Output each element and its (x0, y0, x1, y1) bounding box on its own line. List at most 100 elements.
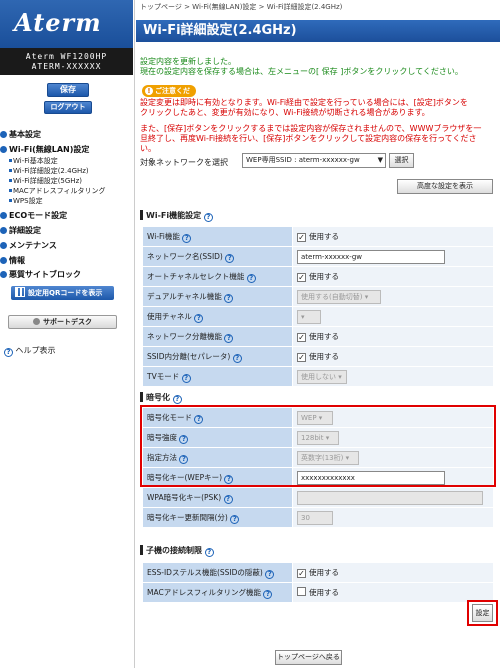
advanced-settings-button[interactable]: 高度な設定を表示 (397, 179, 493, 194)
select-button[interactable]: 選択 (389, 153, 414, 168)
checkbox[interactable]: ✓ (297, 273, 306, 282)
table-row: MACアドレスフィルタリング機能 ? 使用する (142, 582, 494, 603)
brand-logo: Aterm (0, 0, 133, 48)
tv-mode-select[interactable]: 使用しない ▾ (297, 369, 347, 384)
checkbox[interactable] (297, 587, 306, 596)
table-row: オートチャネルセレクト機能 ? ✓ 使用する (142, 266, 494, 287)
warning-icon: ! (145, 87, 153, 95)
menu-wifi-detail-24[interactable]: Wi-Fi詳細設定(2.4GHz) (9, 166, 89, 176)
device-id: ATERM-XXXXXX (31, 62, 102, 71)
table-row: TVモード ? 使用しない ▾ (142, 366, 494, 387)
menu-wps[interactable]: WPS設定 (9, 196, 43, 206)
menu-info[interactable]: 情報 (0, 255, 25, 266)
help-icon[interactable]: ? (265, 569, 275, 579)
sidebar: Aterm Aterm WF1200HP ATERM-XXXXXX 保存 ログア… (0, 0, 133, 668)
bullet-icon (9, 199, 12, 202)
bullet-icon (9, 179, 12, 182)
help-icon[interactable]: ? (230, 514, 240, 524)
section-client-restriction: 子機の接続制限 ? (140, 545, 214, 557)
dual-channel-select[interactable]: 使用する(自動切替) ▾ (297, 289, 381, 304)
wifi-settings-table: Wi-Fi機能 ? ✓ 使用する ネットワーク名(SSID) ? aterm-xxxx… (142, 226, 494, 387)
table-row: Wi-Fi機能 ? ✓ 使用する (142, 226, 494, 247)
save-button[interactable]: 保存 (47, 83, 89, 97)
table-row: ESS-IDステルス機能(SSIDの隠蔽) ? ✓ 使用する (142, 562, 494, 583)
table-row: WPA暗号化キー(PSK) ? (142, 487, 494, 508)
help-icon[interactable]: ? (223, 494, 233, 504)
rekey-interval-input[interactable]: 30 (297, 510, 333, 525)
menu-wifi-basic[interactable]: Wi-Fi基本設定 (9, 156, 58, 166)
back-to-top-button[interactable]: トップページへ戻る (275, 650, 342, 665)
bullet-icon (0, 257, 7, 264)
menu-detail[interactable]: 詳細設定 (0, 225, 41, 236)
menu-mac-filter[interactable]: MACアドレスフィルタリング (9, 186, 105, 196)
caution-badge: ! ご注意ください (142, 85, 196, 107)
help-link[interactable]: ? ヘルプ表示 (4, 345, 56, 357)
menu-malicious-block[interactable]: 悪質サイトブロック (0, 269, 81, 280)
channel-select[interactable]: ▾ (297, 309, 321, 324)
psk-input[interactable] (297, 490, 483, 505)
network-select[interactable]: WEP専用SSID : aterm-xxxxxx-gw ▼ (242, 153, 386, 168)
update-message: 設定内容を更新しました。 (140, 57, 236, 66)
warning-line: また、[保存]ボタンをクリックするまでは設定内容が保存されませんので、WWWブラ… (140, 124, 482, 133)
help-icon[interactable]: ? (246, 273, 256, 283)
bullet-icon (0, 212, 7, 219)
table-row: ネットワーク分離機能 ? ✓ 使用する (142, 326, 494, 347)
help-icon[interactable]: ? (224, 293, 234, 303)
support-desk-button[interactable]: サポートデスク (8, 315, 117, 329)
warning-line: 旦終了し、再度Wi-Fi接続を行い、[保存]ボタンをクリックして設定内容の保存を… (140, 134, 477, 143)
help-icon[interactable]: ? (194, 313, 204, 323)
table-row: 使用チャネル ? ▾ (142, 306, 494, 327)
menu-wifi-detail-5[interactable]: Wi-Fi詳細設定(5GHz) (9, 176, 82, 186)
qr-code-button[interactable]: 設定用QRコードを表示 (11, 286, 114, 300)
bullet-icon (0, 242, 7, 249)
chevron-down-icon: ▼ (377, 156, 383, 164)
help-icon[interactable]: ? (225, 253, 235, 263)
help-icon: ? (4, 348, 13, 357)
checkbox[interactable]: ✓ (297, 353, 306, 362)
client-restriction-table: ESS-IDステルス機能(SSIDの隠蔽) ? ✓ 使用する MACアドレスフィルタ… (142, 562, 494, 603)
highlight-box (140, 405, 496, 487)
network-select-label: 対象ネットワークを選択 (140, 158, 228, 167)
warning-line: い。 (140, 144, 156, 153)
ssid-input[interactable]: aterm-xxxxxx-gw (297, 249, 445, 264)
highlight-box (467, 600, 498, 626)
model-name: Aterm WF1200HP (25, 52, 108, 61)
table-row: SSID内分離(セパレータ) ? ✓ 使用する (142, 346, 494, 367)
qr-icon (15, 287, 25, 297)
breadcrumb: トップページ > Wi-Fi(無線LAN)設定 > Wi-Fi詳細設定(2.4G… (140, 3, 343, 11)
table-row: 暗号化キー更新間隔(分) ? 30 (142, 507, 494, 528)
bullet-icon (9, 169, 12, 172)
checkbox[interactable]: ✓ (297, 569, 306, 578)
help-icon[interactable]: ? (203, 213, 213, 222)
logout-button[interactable]: ログアウト (44, 101, 92, 114)
help-icon[interactable]: ? (232, 353, 242, 363)
help-icon[interactable]: ? (181, 373, 191, 383)
bullet-icon (9, 189, 12, 192)
warning-line: 設定変更は即時に有効となります。Wi-Fi経由で設定を行っている場合には、[設定… (140, 98, 468, 107)
warning-line: クリックしたあと、変更が有効になり、Wi-Fi接続が切断される場合があります。 (140, 108, 430, 117)
menu-maintenance[interactable]: メンテナンス (0, 240, 57, 251)
section-wifi-function: Wi-Fi機能設定 ? (140, 210, 213, 222)
bullet-icon (0, 227, 7, 234)
logo-text: Aterm (14, 8, 102, 37)
bullet-icon (0, 131, 7, 138)
arrow-icon (33, 318, 40, 325)
bullet-icon (9, 159, 12, 162)
main-content: トップページ > Wi-Fi(無線LAN)設定 > Wi-Fi詳細設定(2.4G… (136, 0, 500, 668)
model-info: Aterm WF1200HP ATERM-XXXXXX (0, 48, 133, 75)
help-icon[interactable]: ? (204, 548, 214, 557)
checkbox[interactable]: ✓ (297, 233, 306, 242)
menu-basic[interactable]: 基本設定 (0, 129, 41, 140)
menu-eco[interactable]: ECOモード設定 (0, 210, 67, 221)
help-icon[interactable]: ? (224, 333, 234, 343)
page-title: Wi-Fi詳細設定(2.4GHz) (136, 20, 500, 42)
menu-wifi-lan[interactable]: Wi-Fi(無線LAN)設定 (0, 144, 89, 155)
divider (134, 0, 135, 668)
checkbox[interactable]: ✓ (297, 333, 306, 342)
bullet-icon (0, 271, 7, 278)
help-icon[interactable]: ? (263, 589, 273, 599)
help-icon[interactable]: ? (182, 233, 192, 243)
table-row: デュアルチャネル機能 ? 使用する(自動切替) ▾ (142, 286, 494, 307)
bullet-icon (0, 146, 7, 153)
help-icon[interactable]: ? (172, 395, 182, 404)
